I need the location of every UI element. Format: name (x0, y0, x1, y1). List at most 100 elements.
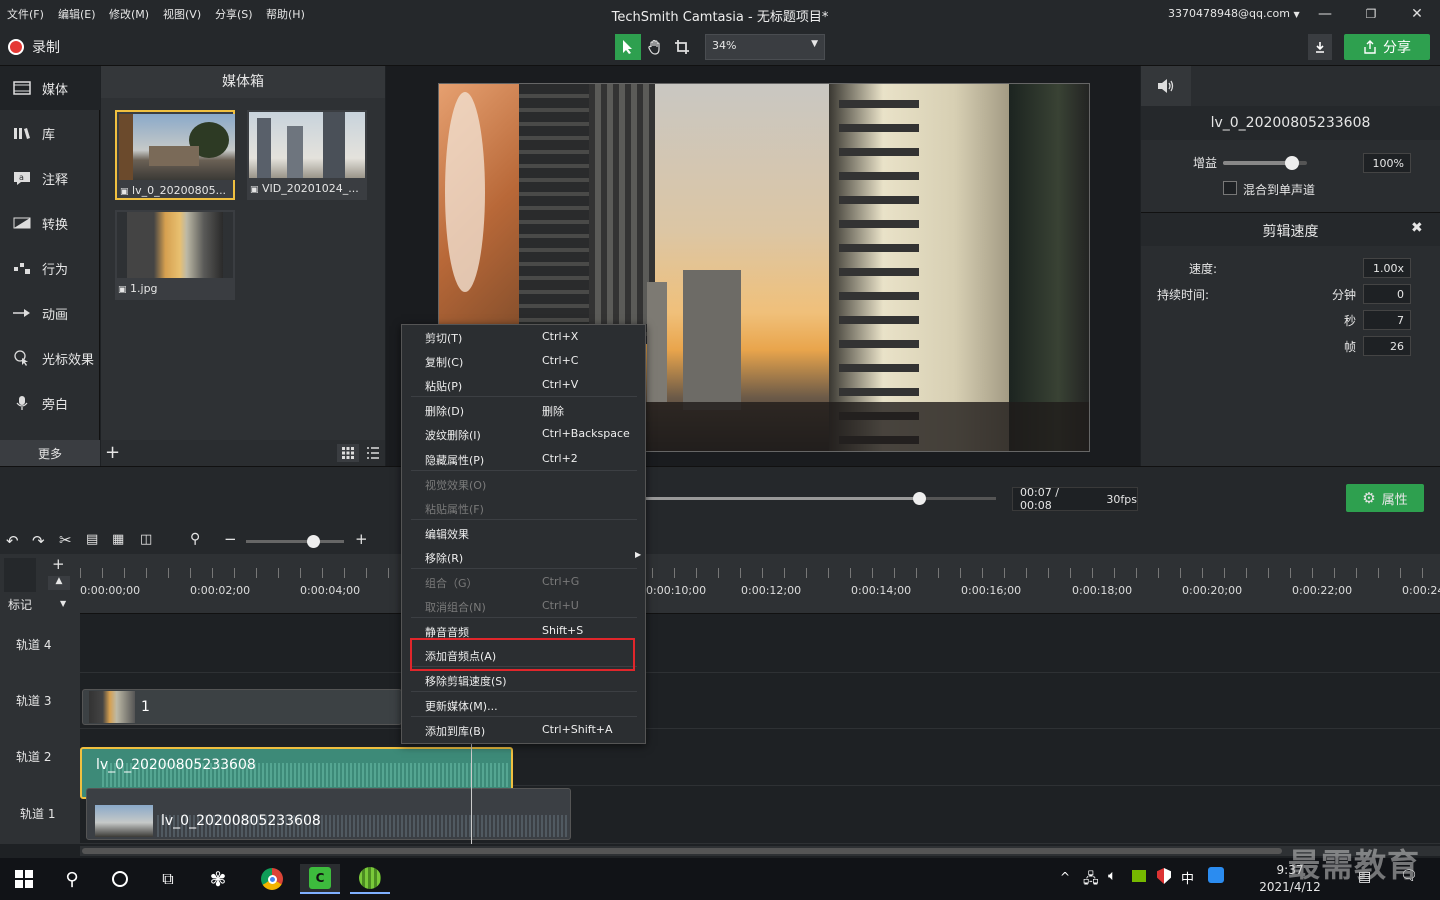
timeline-scrollbar[interactable] (80, 846, 1440, 856)
menu-modify[interactable]: 修改(M) (109, 6, 149, 22)
copy-icon[interactable]: ▤ (86, 532, 98, 547)
more-tools-button[interactable]: 更多 (0, 440, 100, 466)
marker-toggle[interactable] (4, 558, 36, 592)
gain-slider[interactable] (1223, 156, 1307, 170)
grid-view-icon[interactable] (337, 444, 359, 462)
seconds-input[interactable]: 7 (1363, 310, 1411, 330)
select-tool-button[interactable] (615, 34, 641, 60)
track-lane-3[interactable]: 1 (80, 673, 1440, 729)
context-menu-item[interactable]: 粘贴(P) Ctrl+V (403, 373, 643, 397)
zoom-search-icon[interactable]: ⚲ (190, 531, 200, 547)
timeline-zoom-slider[interactable] (246, 535, 344, 548)
menu-edit[interactable]: 编辑(E) (58, 6, 96, 22)
account-menu[interactable]: 3370478948@qq.com ▼ (1168, 7, 1300, 20)
taskbar-app-green[interactable] (350, 864, 390, 894)
context-menu-item[interactable]: 移除剪辑速度(S) (403, 668, 643, 692)
context-menu-item[interactable]: 删除(D) 删除 (403, 398, 643, 422)
close-icon[interactable]: ✖ (1411, 220, 1423, 236)
track-lane-1[interactable]: lv_0_20200805233608 (80, 786, 1440, 844)
close-button[interactable]: ✕ (1395, 2, 1439, 26)
task-view-button[interactable]: ⧉ (148, 864, 188, 894)
menu-help[interactable]: 帮助(H) (266, 6, 305, 22)
context-menu-item[interactable]: 添加到库(B) Ctrl+Shift+A (403, 718, 643, 742)
gain-input[interactable]: 100% (1363, 153, 1411, 173)
context-menu-item[interactable]: 更新媒体(M)... (403, 693, 643, 717)
marker-label: 标记 (8, 598, 33, 612)
context-menu-item[interactable]: 添加音频点(A) (403, 643, 643, 667)
sidebar-item-annotations[interactable]: a 注释 (0, 156, 100, 200)
audio-properties-tab[interactable] (1141, 66, 1191, 106)
sidebar-item-voice-narration[interactable]: 旁白 (0, 381, 100, 425)
timeline-ruler[interactable]: 0:00:00;00 0:00:02;00 0:00:04;00 0:00:10… (80, 554, 1440, 614)
context-menu-item[interactable]: 编辑效果 (403, 521, 643, 545)
search-button[interactable]: ⚲ (52, 864, 92, 894)
cortana-button[interactable] (100, 864, 140, 894)
redo-icon[interactable]: ↷ (32, 532, 45, 550)
taskbar-app-pinwheel[interactable]: ✾ (198, 864, 238, 894)
undo-icon[interactable]: ↶ (6, 532, 19, 550)
mix-mono-checkbox[interactable] (1223, 181, 1237, 195)
pan-tool-button[interactable] (642, 34, 668, 60)
image-clip[interactable]: 1 (82, 689, 402, 725)
minutes-input[interactable]: 0 (1363, 284, 1411, 304)
playback-scrubber[interactable] (646, 492, 996, 505)
export-download-button[interactable] (1308, 34, 1332, 60)
speed-input[interactable]: 1.00x (1363, 258, 1411, 278)
context-menu-item[interactable]: 隐藏属性(P) Ctrl+2 (403, 447, 643, 471)
taskbar-app-camtasia[interactable]: C (300, 864, 340, 894)
zoom-in-icon[interactable]: + (355, 530, 368, 548)
nvidia-icon[interactable] (1132, 870, 1146, 882)
collapse-icon[interactable]: ▲ (48, 576, 70, 590)
crop-tool-button[interactable] (669, 34, 695, 60)
context-menu-item[interactable]: 波纹删除(I) Ctrl+Backspace (403, 422, 643, 446)
network-icon[interactable]: 🖧 (1083, 868, 1099, 892)
frames-input[interactable]: 26 (1363, 336, 1411, 356)
sidebar-item-transitions[interactable]: 转换 (0, 201, 100, 245)
sidebar-item-library[interactable]: 库 (0, 111, 100, 155)
sidebar-item-animations[interactable]: 动画 (0, 291, 100, 335)
security-shield-icon[interactable] (1157, 868, 1171, 884)
record-button[interactable]: 录制 (8, 37, 60, 57)
sidebar-item-label: 媒体 (42, 82, 69, 98)
taskbar-app-chrome[interactable] (252, 864, 292, 894)
track-lane-2[interactable]: lv_0_20200805233608 (80, 729, 1440, 799)
chevron-down-icon[interactable]: ▼ (60, 599, 66, 608)
menu-view[interactable]: 视图(V) (163, 6, 201, 22)
show-hidden-icons-icon[interactable]: ^ (1060, 870, 1070, 884)
context-menu-item[interactable]: 移除(R) ▶ (403, 545, 643, 569)
menu-file[interactable]: 文件(F) (7, 6, 44, 22)
properties-button[interactable]: ⚙ 属性 (1346, 484, 1424, 512)
video-clip[interactable]: lv_0_20200805233608 (86, 788, 571, 840)
media-thumbnail[interactable]: ▣ 1.jpg (115, 210, 235, 300)
sidebar-item-media[interactable]: 媒体 (0, 66, 100, 110)
split-icon[interactable]: ◫ (140, 532, 152, 547)
sidebar-item-behaviors[interactable]: 行为 (0, 246, 100, 290)
scrubber-handle[interactable] (913, 492, 926, 505)
share-button[interactable]: 分享 (1344, 34, 1430, 60)
media-thumbnail[interactable]: ▣ VID_20201024_... (247, 110, 367, 200)
media-thumbnail[interactable]: ▣ lv_0_20200805... (115, 110, 235, 200)
add-track-icon[interactable]: + (52, 555, 65, 573)
start-button[interactable] (4, 864, 44, 894)
list-view-icon[interactable] (363, 444, 383, 462)
restore-button[interactable]: ❐ (1349, 2, 1393, 26)
volume-icon[interactable]: 🔈︎ (1108, 868, 1116, 884)
add-media-icon[interactable]: + (105, 442, 120, 463)
zoom-select[interactable]: 34% ▼ (705, 34, 825, 60)
cut-scissors-icon[interactable]: ✂ (59, 531, 72, 549)
menu-item-label: 视觉效果(O) (425, 479, 487, 492)
qq-icon[interactable] (1208, 867, 1224, 883)
menu-share[interactable]: 分享(S) (215, 6, 253, 22)
zoom-slider-handle[interactable] (307, 535, 320, 548)
ime-indicator[interactable]: 中 (1181, 868, 1194, 887)
context-menu-item[interactable]: 复制(C) Ctrl+C (403, 349, 643, 373)
context-menu-item[interactable]: 剪切(T) Ctrl+X (403, 325, 643, 349)
timeline-tracks[interactable]: 1 lv_0_20200805233608 lv_0_2020080523360… (80, 614, 1440, 844)
zoom-out-icon[interactable]: − (224, 530, 237, 548)
gain-slider-handle[interactable] (1284, 156, 1299, 170)
sidebar-item-cursor-effects[interactable]: 光标效果 (0, 336, 100, 380)
track-lane-4[interactable] (80, 614, 1440, 673)
paste-icon[interactable]: ▦ (112, 532, 124, 547)
context-menu-item[interactable]: 静音音频 Shift+S (403, 619, 643, 643)
minimize-button[interactable]: — (1303, 2, 1347, 26)
